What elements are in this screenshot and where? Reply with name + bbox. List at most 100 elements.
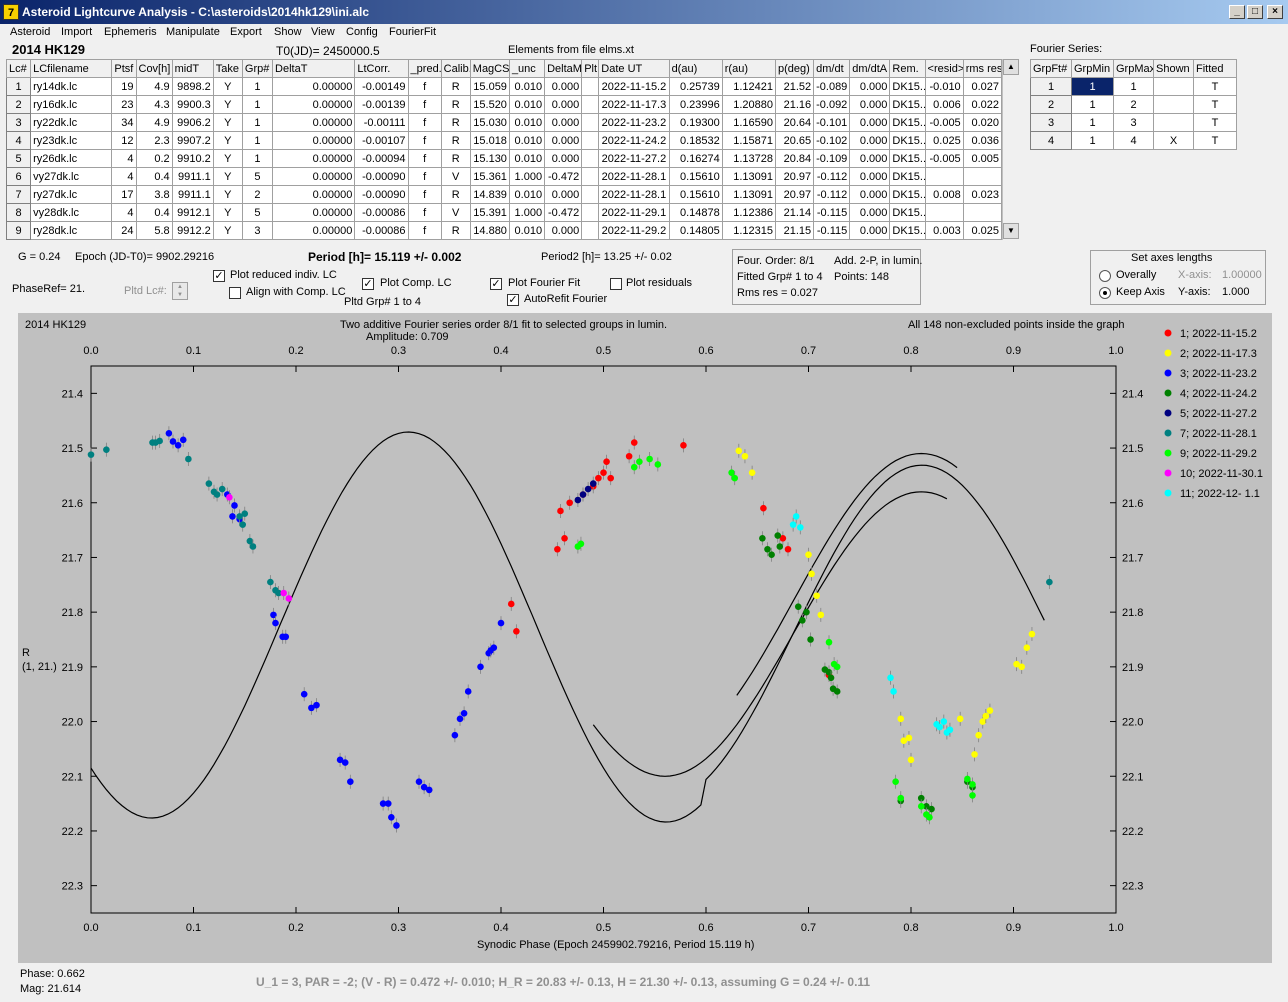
plot-comp-checkbox[interactable]: ✓ bbox=[362, 278, 374, 290]
lc-table-cell[interactable]: 15.391 bbox=[469, 203, 510, 222]
lc-table-cell[interactable]: 1.12315 bbox=[721, 221, 776, 240]
lc-table-header-8[interactable]: LtCorr. bbox=[354, 59, 409, 78]
lc-table-cell[interactable]: 15.361 bbox=[469, 167, 510, 186]
lc-table-cell[interactable]: 1.20880 bbox=[721, 95, 776, 114]
lc-table-cell[interactable]: 9906.2 bbox=[171, 113, 214, 132]
lc-table-cell[interactable]: 1 bbox=[241, 149, 274, 168]
lc-table-cell[interactable]: ry28dk.lc bbox=[30, 221, 113, 240]
fourier-table-cell[interactable] bbox=[1153, 95, 1194, 114]
lc-table-cell[interactable]: 4.9 bbox=[135, 77, 173, 96]
lc-table-cell[interactable]: -0.112 bbox=[813, 185, 851, 204]
lc-table-cell[interactable]: Y bbox=[212, 131, 243, 150]
lc-table-cell[interactable]: 2022-11-24.2 bbox=[598, 131, 670, 150]
fourier-table-header-1[interactable]: GrpMin bbox=[1071, 59, 1114, 78]
fourier-table-row[interactable]: 212 T bbox=[1030, 95, 1237, 114]
lc-table-header-11[interactable]: MagCS bbox=[469, 59, 510, 78]
lc-table-cell[interactable]: DK15... bbox=[889, 95, 926, 114]
lc-table-cell[interactable] bbox=[581, 149, 600, 168]
lc-table-cell[interactable]: 23 bbox=[111, 95, 137, 114]
fourier-table-cell[interactable]: 4 bbox=[1030, 131, 1072, 150]
lc-table-cell[interactable]: 4 bbox=[111, 149, 137, 168]
menu-show[interactable]: Show bbox=[274, 26, 302, 38]
lc-table-cell[interactable]: 1 bbox=[241, 95, 274, 114]
lc-table-header-21[interactable]: Rem. bbox=[889, 59, 926, 78]
fourier-table-cell[interactable] bbox=[1153, 113, 1194, 132]
lc-table-cell[interactable]: 4 bbox=[111, 203, 137, 222]
lc-table-header-0[interactable]: Lc# bbox=[5, 59, 32, 78]
lc-table-cell[interactable] bbox=[924, 203, 964, 222]
lightcurve-table-scrollbar[interactable]: ▲ ▼ bbox=[1002, 59, 1019, 240]
lc-table-cell[interactable] bbox=[962, 203, 1003, 222]
lc-table-header-23[interactable]: rms res bbox=[962, 59, 1003, 78]
lc-table-cell[interactable]: 0.000 bbox=[544, 131, 583, 150]
fourier-table-header-0[interactable]: GrpFt# bbox=[1030, 59, 1072, 78]
lc-table-cell[interactable]: 0.025 bbox=[962, 221, 1003, 240]
lc-table-cell[interactable] bbox=[962, 167, 1003, 186]
lc-table-cell[interactable]: 0.000 bbox=[544, 185, 583, 204]
lc-table-cell[interactable]: 0.18532 bbox=[668, 131, 723, 150]
lc-table-cell[interactable]: 21.15 bbox=[774, 221, 815, 240]
fourier-table-row[interactable]: 414XT bbox=[1030, 131, 1237, 150]
lc-table-cell[interactable]: 0.000 bbox=[849, 167, 891, 186]
lc-table-cell[interactable]: 0.00000 bbox=[272, 77, 356, 96]
lc-table-header-2[interactable]: Ptsf bbox=[111, 59, 137, 78]
fourier-series-table[interactable]: GrpFt# GrpMin GrpMax Shown Fitted 111T212T31… bbox=[1030, 59, 1237, 150]
lc-table-cell[interactable]: 15.130 bbox=[469, 149, 510, 168]
lc-table-cell[interactable]: 5.8 bbox=[135, 221, 173, 240]
lc-table-cell[interactable]: Y bbox=[212, 185, 243, 204]
lc-table-cell[interactable] bbox=[581, 131, 600, 150]
lc-table-cell[interactable]: DK15... bbox=[889, 167, 926, 186]
lc-table-header-13[interactable]: DeltaM bbox=[544, 59, 583, 78]
lc-table-header-6[interactable]: Grp# bbox=[241, 59, 274, 78]
fourier-table-cell[interactable]: 2 bbox=[1113, 95, 1154, 114]
lc-table-cell[interactable]: -0.00149 bbox=[354, 77, 409, 96]
lc-table-cell[interactable]: 15.059 bbox=[469, 77, 510, 96]
lc-table-header-12[interactable]: _unc bbox=[508, 59, 546, 78]
lc-table-cell[interactable]: 0.00000 bbox=[272, 113, 356, 132]
lc-table-cell[interactable]: 15.018 bbox=[469, 131, 510, 150]
lc-table-cell[interactable]: 0.14878 bbox=[668, 203, 723, 222]
lc-table-cell[interactable]: 0.000 bbox=[544, 77, 583, 96]
lc-table-cell[interactable]: ry27dk.lc bbox=[30, 185, 113, 204]
lc-table-row[interactable]: 6 vy27dk.lc 4 0.4 9911.1 Y 5 0.00000 -0.00090 f V 1… bbox=[5, 167, 1003, 186]
fourier-table-cell[interactable]: 1 bbox=[1030, 77, 1072, 96]
lc-table-cell[interactable]: 0.000 bbox=[544, 149, 583, 168]
plot-residuals-checkbox[interactable] bbox=[610, 278, 622, 290]
fourier-table-row[interactable]: 313 T bbox=[1030, 113, 1237, 132]
lc-table-cell[interactable]: 9911.1 bbox=[171, 167, 214, 186]
plot-fourier-checkbox[interactable]: ✓ bbox=[490, 278, 502, 290]
lc-table-cell[interactable]: 20.64 bbox=[774, 113, 815, 132]
lc-table-cell[interactable]: f bbox=[407, 221, 442, 240]
menu-manipulate[interactable]: Manipulate bbox=[166, 26, 220, 38]
lc-table-cell[interactable]: 21.52 bbox=[774, 77, 815, 96]
lc-table-row[interactable]: 3 ry22dk.lc 34 4.9 9906.2 Y 1 0.00000 -0.00111 f R… bbox=[5, 113, 1003, 132]
lc-table-cell[interactable]: 2022-11-29.1 bbox=[598, 203, 670, 222]
lc-table-cell[interactable]: Y bbox=[212, 95, 243, 114]
lc-table-cell[interactable]: 0.003 bbox=[924, 221, 964, 240]
lc-table-header-16[interactable]: d(au) bbox=[668, 59, 723, 78]
lc-table-header-4[interactable]: midT bbox=[171, 59, 214, 78]
fourier-table-cell[interactable] bbox=[1153, 77, 1194, 96]
lc-table-cell[interactable]: 0.23996 bbox=[668, 95, 723, 114]
lc-table-cell[interactable]: -0.102 bbox=[813, 131, 851, 150]
lc-table-row[interactable]: 2 ry16dk.lc 23 4.3 9900.3 Y 1 0.00000 -0.00139 f R… bbox=[5, 95, 1003, 114]
lc-table-cell[interactable]: 0.000 bbox=[544, 95, 583, 114]
lc-table-cell[interactable]: -0.00086 bbox=[354, 203, 409, 222]
lc-table-row[interactable]: 8 vy28dk.lc 4 0.4 9912.1 Y 5 0.00000 -0.00086 f V 1… bbox=[5, 203, 1003, 222]
lc-table-cell[interactable]: -0.089 bbox=[813, 77, 851, 96]
lc-table-cell[interactable]: f bbox=[407, 149, 442, 168]
menu-import[interactable]: Import bbox=[61, 26, 92, 38]
lc-table-cell[interactable]: 0.000 bbox=[849, 203, 891, 222]
lc-table-cell[interactable]: 34 bbox=[111, 113, 137, 132]
lc-table-cell[interactable]: 0.000 bbox=[849, 113, 891, 132]
lc-table-header-5[interactable]: Take bbox=[212, 59, 243, 78]
menu-view[interactable]: View bbox=[311, 26, 335, 38]
plot-reduced-checkbox[interactable]: ✓ bbox=[213, 270, 225, 282]
lc-table-cell[interactable]: -0.00090 bbox=[354, 185, 409, 204]
lc-table-header-20[interactable]: dm/dtA bbox=[849, 59, 891, 78]
lc-table-cell[interactable]: V bbox=[440, 167, 471, 186]
lc-table-cell[interactable]: -0.101 bbox=[813, 113, 851, 132]
lightcurve-plot[interactable]: 0.0 0.0 0.1 0.1 0.2 0.2 0.3 0.3 0.4 0.4 0.5 0.5 0.6 0… bbox=[18, 313, 1272, 963]
keep-axis-radio[interactable] bbox=[1099, 287, 1111, 299]
lc-table-cell[interactable]: DK15... bbox=[889, 185, 926, 204]
